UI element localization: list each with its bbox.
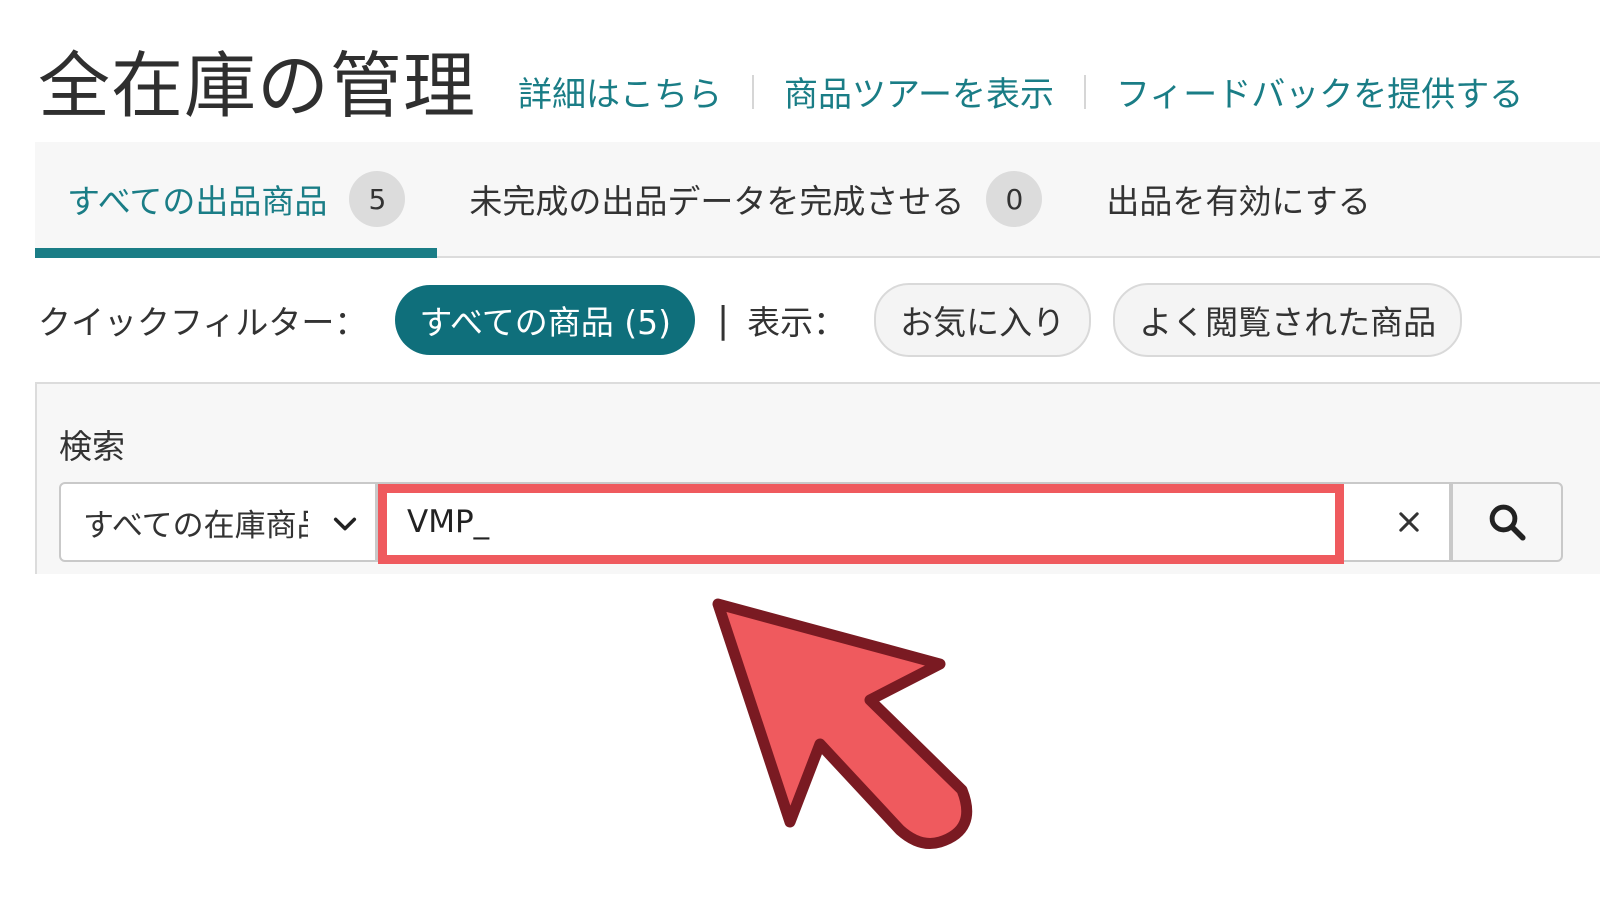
favorites-filter-pill[interactable]: お気に入り [874,283,1092,357]
tab-label: 出品を有効にする [1106,182,1371,221]
tab-activate-listings[interactable]: 出品を有効にする [1074,142,1402,256]
learn-more-link[interactable]: 詳細はこちら [518,67,722,116]
tab-complete-drafts[interactable]: 未完成の出品データを完成させる 0 [437,142,1074,256]
tab-all-listings[interactable]: すべての出品商品 5 [35,142,438,258]
chevron-down-icon [333,517,357,531]
clear-search-button[interactable] [1369,484,1449,560]
most-viewed-filter-pill[interactable]: よく閲覧された商品 [1113,283,1463,357]
search-panel: 検索 すべての在庫商品 [35,382,1600,574]
tab-label: すべての出品商品 [67,182,328,221]
search-button[interactable] [1451,482,1563,562]
close-icon [1399,512,1419,532]
search-scope-value: すべての在庫商品 [83,507,308,544]
page-header: 全在庫の管理 詳細はこちら 商品ツアーを表示 フィードバックを提供する [38,22,1598,122]
inventory-tabs: すべての出品商品 5 未完成の出品データを完成させる 0 出品を有効にする [35,142,1600,258]
quick-filter-bar: クイックフィルター： すべての商品 (5) | 表示： お気に入り よく閲覧され… [38,282,1484,358]
tab-count-badge: 5 [349,171,406,227]
display-label: 表示： [747,303,847,342]
header-links: 詳細はこちら 商品ツアーを表示 フィードバックを提供する [518,67,1523,116]
search-input[interactable] [379,484,1339,560]
all-products-filter-pill[interactable]: すべての商品 (5) [395,285,695,355]
tab-count-badge: 0 [986,171,1043,227]
page-title: 全在庫の管理 [38,44,477,128]
tab-label: 未完成の出品データを完成させる [469,182,965,221]
header-link-divider [752,74,755,109]
filter-separator: | [716,299,730,341]
search-heading: 検索 [59,427,125,466]
quick-filter-label: クイックフィルター： [38,303,368,342]
search-scope-dropdown[interactable]: すべての在庫商品 [59,482,377,562]
product-tour-link[interactable]: 商品ツアーを表示 [784,67,1054,116]
search-icon [1489,504,1526,541]
feedback-link[interactable]: フィードバックを提供する [1116,67,1523,116]
search-input-container [377,482,1451,562]
header-link-divider [1083,74,1086,109]
